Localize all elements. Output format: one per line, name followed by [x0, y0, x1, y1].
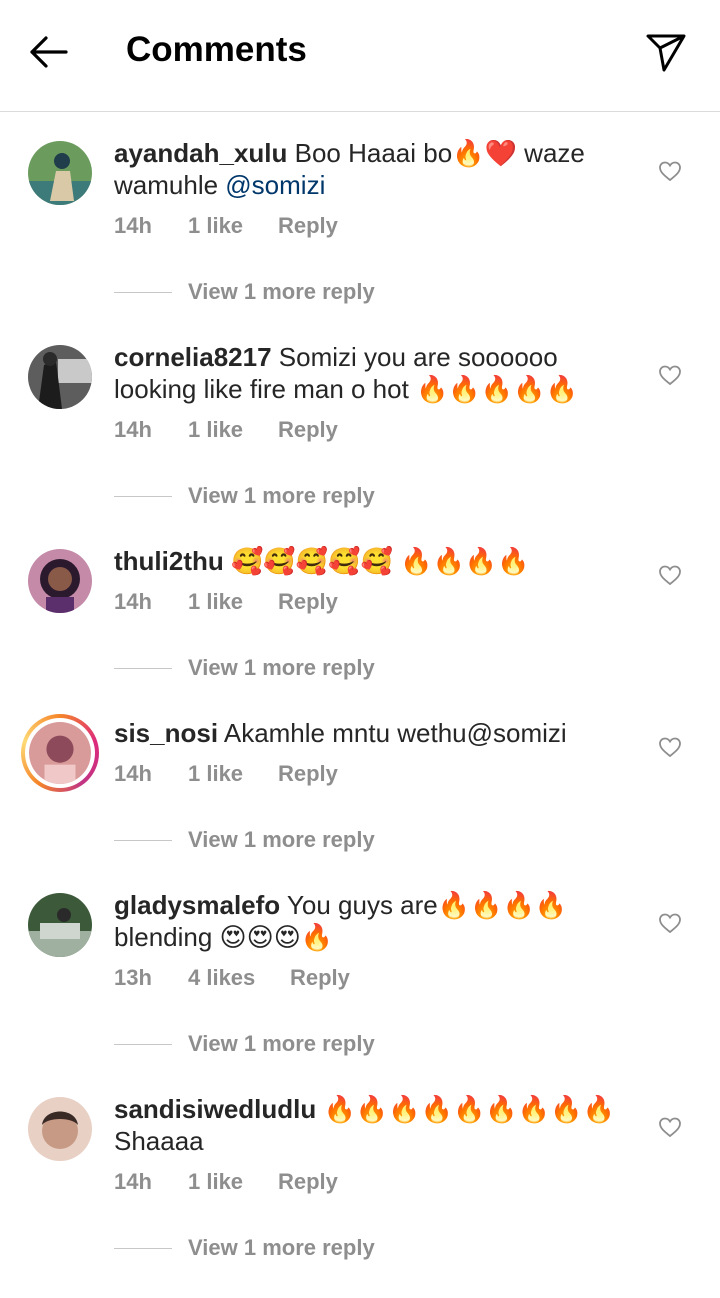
reply-button[interactable]: Reply [278, 213, 338, 239]
comment-body: ayandah_xulu Boo Haaai bo🔥❤️ waze wamuhl… [114, 137, 634, 201]
divider-line [114, 667, 172, 669]
comment-username[interactable]: thuli2thu [114, 546, 224, 576]
heart-icon[interactable] [658, 1115, 682, 1139]
page-title: Comments [126, 30, 307, 69]
view-more-replies[interactable]: View 1 more reply [114, 1031, 375, 1057]
avatar[interactable] [28, 549, 92, 613]
avatar-image [28, 549, 92, 613]
view-more-replies-label: View 1 more reply [188, 1031, 375, 1056]
view-more-replies-label: View 1 more reply [188, 827, 375, 852]
heart-icon[interactable] [658, 911, 682, 935]
reply-button[interactable]: Reply [278, 1169, 338, 1195]
view-more-replies[interactable]: View 1 more reply [114, 1235, 375, 1261]
avatar-with-story-ring[interactable] [21, 714, 99, 792]
view-more-replies[interactable]: View 1 more reply [114, 827, 375, 853]
comment-item: sandisiwedludlu 🔥🔥🔥🔥🔥🔥🔥🔥🔥 Shaaaa 14h 1 l… [0, 1069, 720, 1273]
back-arrow-icon[interactable] [24, 28, 72, 76]
share-send-icon[interactable] [642, 26, 690, 74]
view-more-replies[interactable]: View 1 more reply [114, 279, 375, 305]
comment-item: sis_nosi Akamhle mntu wethu@somizi 14h 1… [0, 693, 720, 865]
avatar[interactable] [28, 345, 92, 409]
comment-text: Akamhle mntu wethu@somizi [218, 718, 567, 748]
heart-icon[interactable] [658, 159, 682, 183]
comment-likes[interactable]: 1 like [188, 1169, 278, 1195]
divider-line [114, 1043, 172, 1045]
avatar[interactable] [28, 1097, 92, 1161]
comment-time: 14h [114, 761, 152, 786]
comment-username[interactable]: ayandah_xulu [114, 138, 287, 168]
comment-username[interactable]: gladysmalefo [114, 890, 280, 920]
comment-body: cornelia8217 Somizi you are soooooo look… [114, 341, 634, 405]
comment-item: ayandah_xulu Boo Haaai bo🔥❤️ waze wamuhl… [0, 113, 720, 317]
comment-time: 14h [114, 213, 152, 238]
comment-username[interactable]: sis_nosi [114, 718, 218, 748]
avatar[interactable] [28, 141, 92, 205]
comment-meta: 14h 1 like Reply [114, 1169, 338, 1195]
view-more-replies-label: View 1 more reply [188, 1235, 375, 1260]
comment-meta: 14h 1 like Reply [114, 761, 338, 787]
top-bar: Comments [0, 0, 720, 112]
comment-text: 🥰🥰🥰🥰🥰 🔥🔥🔥🔥 [223, 546, 530, 576]
avatar-image [28, 345, 92, 409]
reply-button[interactable]: Reply [290, 965, 350, 991]
comment-time: 14h [114, 1169, 152, 1194]
divider-line [114, 495, 172, 497]
comment-likes[interactable]: 1 like [188, 213, 278, 239]
comment-body: gladysmalefo You guys are🔥🔥🔥🔥 blending 😍… [114, 889, 634, 953]
divider-line [114, 839, 172, 841]
comment-likes[interactable]: 1 like [188, 589, 278, 615]
comment-item: thuli2thu 🥰🥰🥰🥰🥰 🔥🔥🔥🔥 14h 1 like Reply Vi… [0, 521, 720, 693]
comment-body: sandisiwedludlu 🔥🔥🔥🔥🔥🔥🔥🔥🔥 Shaaaa [114, 1093, 634, 1157]
view-more-replies-label: View 1 more reply [188, 279, 375, 304]
comment-meta: 14h 1 like Reply [114, 589, 338, 615]
mention-link[interactable]: @somizi [225, 170, 325, 200]
comment-item: gladysmalefo You guys are🔥🔥🔥🔥 blending 😍… [0, 865, 720, 1069]
comment-body: sis_nosi Akamhle mntu wethu@somizi [114, 717, 634, 749]
reply-button[interactable]: Reply [278, 761, 338, 787]
comment-likes[interactable]: 1 like [188, 417, 278, 443]
comment-likes[interactable]: 4 likes [188, 965, 290, 991]
avatar-image [28, 1097, 92, 1161]
comment-likes[interactable]: 1 like [188, 761, 278, 787]
divider-line [114, 1247, 172, 1249]
comment-meta: 13h 4 likes Reply [114, 965, 350, 991]
comment-time: 14h [114, 589, 152, 614]
reply-button[interactable]: Reply [278, 417, 338, 443]
comment-meta: 14h 1 like Reply [114, 213, 338, 239]
view-more-replies-label: View 1 more reply [188, 483, 375, 508]
comment-username[interactable]: sandisiwedludlu [114, 1094, 316, 1124]
heart-icon[interactable] [658, 363, 682, 387]
heart-icon[interactable] [658, 735, 682, 759]
avatar-image [28, 893, 92, 957]
view-more-replies[interactable]: View 1 more reply [114, 655, 375, 681]
comment-time: 13h [114, 965, 152, 990]
comment-username[interactable]: cornelia8217 [114, 342, 272, 372]
story-ring [25, 718, 95, 788]
comment-body: thuli2thu 🥰🥰🥰🥰🥰 🔥🔥🔥🔥 [114, 545, 634, 577]
comment-meta: 14h 1 like Reply [114, 417, 338, 443]
heart-icon[interactable] [658, 563, 682, 587]
comment-list: ayandah_xulu Boo Haaai bo🔥❤️ waze wamuhl… [0, 113, 720, 1273]
view-more-replies[interactable]: View 1 more reply [114, 483, 375, 509]
divider-line [114, 291, 172, 293]
comment-item: cornelia8217 Somizi you are soooooo look… [0, 317, 720, 521]
avatar-image [28, 141, 92, 205]
avatar-image [29, 722, 91, 784]
view-more-replies-label: View 1 more reply [188, 655, 375, 680]
reply-button[interactable]: Reply [278, 589, 338, 615]
comment-time: 14h [114, 417, 152, 442]
avatar[interactable] [28, 893, 92, 957]
